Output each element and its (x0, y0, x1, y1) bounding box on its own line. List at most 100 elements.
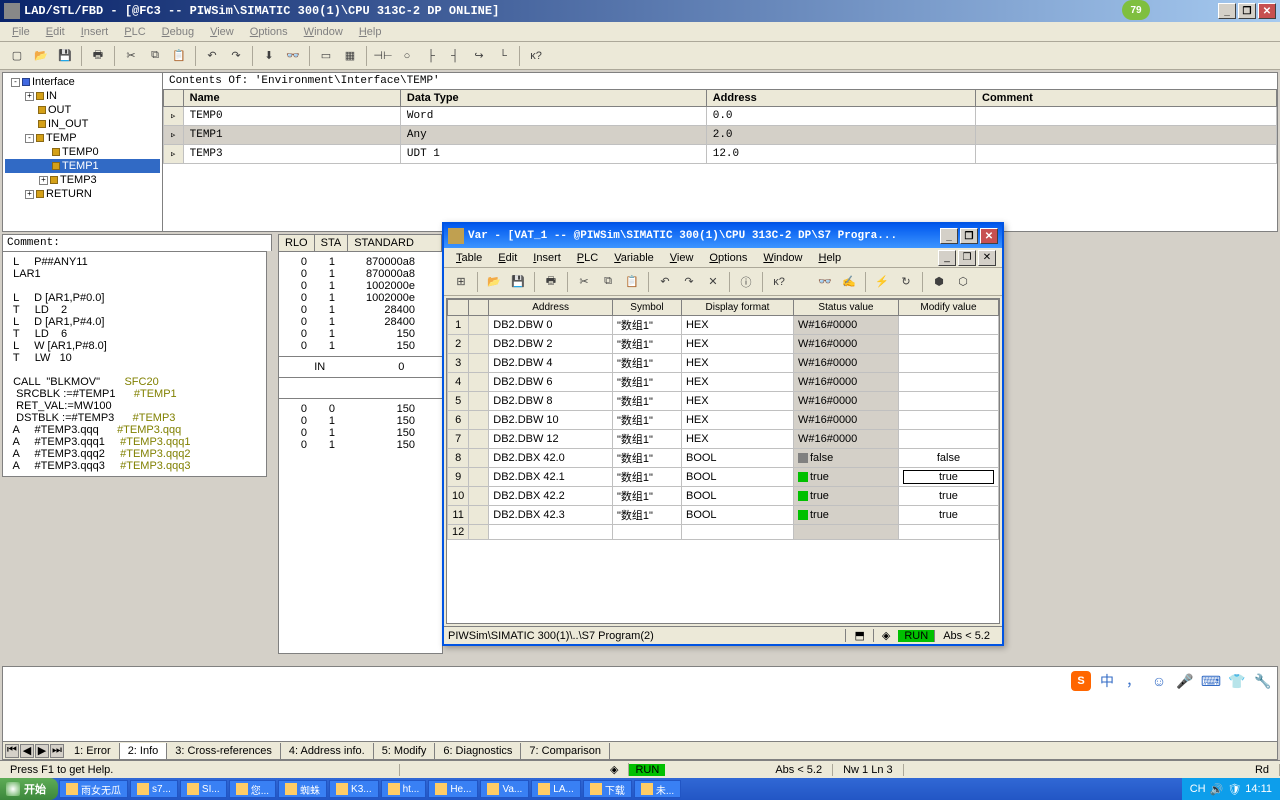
code-line[interactable]: LAR1 (7, 268, 262, 280)
tree-item-temp1[interactable]: TEMP1 (5, 159, 160, 173)
taskbar-item[interactable]: 蜘蛛 (278, 780, 327, 798)
iface-col-comment[interactable]: Comment (976, 90, 1277, 107)
output-tab[interactable]: 2: Info (120, 743, 168, 759)
menu-plc[interactable]: PLC (118, 24, 151, 40)
var-cut-icon[interactable]: ✂ (573, 271, 595, 293)
var-menu-help[interactable]: Help (812, 250, 847, 266)
var-force-icon[interactable]: ⬢ (928, 271, 950, 293)
tree-expand-icon[interactable]: + (25, 92, 34, 101)
var-table[interactable]: AddressSymbolDisplay formatStatus valueM… (447, 299, 999, 540)
taskbar-item[interactable]: He... (428, 780, 478, 798)
var-menu-variable[interactable]: Variable (608, 250, 660, 266)
var-col[interactable]: Display format (681, 300, 793, 316)
paste-icon[interactable]: 📋 (168, 45, 190, 67)
var-col[interactable]: Modify value (898, 300, 998, 316)
var-row[interactable]: 10DB2.DBX 42.2"数组1"BOOLtruetrue (448, 487, 999, 506)
code-line[interactable]: A #TEMP3.qqq #TEMP3.qqq (7, 424, 262, 436)
code-line[interactable]: T LD 6 (7, 328, 262, 340)
contact-icon[interactable]: ⊣⊢ (372, 45, 394, 67)
var-menu-plc[interactable]: PLC (571, 250, 604, 266)
code-line[interactable]: RET_VAL:=MW100 (7, 400, 262, 412)
var-menu-insert[interactable]: Insert (527, 250, 567, 266)
tree-item-in[interactable]: + IN (5, 89, 160, 103)
tab-nav-last-icon[interactable]: ⏭ (50, 744, 64, 758)
var-copy-icon[interactable]: ⧉ (597, 271, 619, 293)
tree-expand-icon[interactable]: + (25, 190, 34, 199)
menu-help[interactable]: Help (353, 24, 388, 40)
system-tray[interactable]: CH 🔊 🛡 14:11 (1182, 778, 1280, 800)
ime-keyboard-icon[interactable]: ⌨ (1201, 671, 1221, 691)
var-col[interactable]: Symbol (612, 300, 681, 316)
var-unforce-icon[interactable]: ⬡ (952, 271, 974, 293)
var-menu-view[interactable]: View (664, 250, 700, 266)
var-redo-icon[interactable]: ↷ (678, 271, 700, 293)
iface-col-address[interactable]: Address (706, 90, 975, 107)
var-row[interactable]: 5DB2.DBW 8"数组1"HEXW#16#0000 (448, 392, 999, 411)
code-line[interactable]: A #TEMP3.qqq2 #TEMP3.qqq2 (7, 448, 262, 460)
var-info-icon[interactable]: ⓘ (735, 271, 757, 293)
iface-row[interactable]: ▹TEMP3UDT 112.0 (164, 145, 1277, 164)
iface-row[interactable]: ▹TEMP1Any2.0 (164, 126, 1277, 145)
tree-expand-icon[interactable]: - (11, 78, 20, 87)
var-row[interactable]: 2DB2.DBW 2"数组1"HEXW#16#0000 (448, 335, 999, 354)
menu-options[interactable]: Options (244, 24, 294, 40)
tree-item-in_out[interactable]: IN_OUT (5, 117, 160, 131)
block-icon[interactable]: ▭ (315, 45, 337, 67)
var-close-button[interactable]: ✕ (980, 228, 998, 244)
code-line[interactable] (7, 280, 262, 292)
code-line[interactable]: DSTBLK :=#TEMP3 #TEMP3 (7, 412, 262, 424)
var-undo-icon[interactable]: ↶ (654, 271, 676, 293)
var-monitor-icon[interactable]: 👓 (814, 271, 836, 293)
tab-nav-first-icon[interactable]: ⏮ (5, 744, 19, 758)
var-row[interactable]: 3DB2.DBW 4"数组1"HEXW#16#0000 (448, 354, 999, 373)
taskbar-item[interactable]: s7... (130, 780, 178, 798)
connector-icon[interactable]: ↪ (468, 45, 490, 67)
ime-skin-icon[interactable]: 👕 (1227, 671, 1247, 691)
var-row[interactable]: 9DB2.DBX 42.1"数组1"BOOLtruetrue (448, 468, 999, 487)
tree-item-temp3[interactable]: + TEMP3 (5, 173, 160, 187)
output-tab[interactable]: 6: Diagnostics (435, 743, 521, 759)
ime-voice-icon[interactable]: 🎤 (1175, 671, 1195, 691)
var-paste-icon[interactable]: 📋 (621, 271, 643, 293)
taskbar-item[interactable]: Va... (480, 780, 529, 798)
var-row[interactable]: 1DB2.DBW 0"数组1"HEXW#16#0000 (448, 316, 999, 335)
ime-lang-icon[interactable]: 中 (1097, 671, 1117, 691)
menu-window[interactable]: Window (298, 24, 349, 40)
taskbar-item[interactable]: 下载 (583, 780, 632, 798)
tray-ime[interactable]: CH (1190, 783, 1206, 795)
tree-expand-icon[interactable]: - (25, 134, 34, 143)
var-grid[interactable]: AddressSymbolDisplay formatStatus valueM… (446, 298, 1000, 624)
cut-icon[interactable]: ✂ (120, 45, 142, 67)
output-tab[interactable]: 4: Address info. (281, 743, 374, 759)
var-delete-icon[interactable]: ✕ (702, 271, 724, 293)
var-row[interactable]: 6DB2.DBW 10"数组1"HEXW#16#0000 (448, 411, 999, 430)
var-trigger-icon[interactable]: ⚡ (871, 271, 893, 293)
notification-badge[interactable]: 79 (1122, 0, 1150, 20)
var-col[interactable] (448, 300, 469, 316)
var-help-icon[interactable]: κ? (768, 271, 790, 293)
menu-insert[interactable]: Insert (75, 24, 115, 40)
network-icon[interactable]: ▦ (339, 45, 361, 67)
stl-code-editor[interactable]: L P##ANY11 LAR1 L D [AR1,P#0.0] T LD 2 L… (2, 251, 267, 477)
branch-close-icon[interactable]: ┤ (444, 45, 466, 67)
iface-col-name[interactable]: Name (183, 90, 400, 107)
minimize-button[interactable]: _ (1218, 3, 1236, 19)
iface-col-data-type[interactable]: Data Type (400, 90, 706, 107)
var-titlebar[interactable]: Var - [VAT_1 -- @PIWSim\SIMATIC 300(1)\C… (444, 224, 1002, 248)
help-icon[interactable]: κ? (525, 45, 547, 67)
taskbar-item[interactable]: ht... (381, 780, 427, 798)
var-menu-window[interactable]: Window (757, 250, 808, 266)
var-row[interactable]: 7DB2.DBW 12"数组1"HEXW#16#0000 (448, 430, 999, 449)
code-line[interactable]: A #TEMP3.qqq1 #TEMP3.qqq1 (7, 436, 262, 448)
var-col[interactable]: Status value (793, 300, 898, 316)
code-line[interactable]: CALL "BLKMOV" SFC20 (7, 376, 262, 388)
tray-shield-icon[interactable]: 🛡 (1227, 783, 1241, 796)
var-mdi-max[interactable]: ❐ (958, 250, 976, 266)
var-open-icon[interactable]: 📂 (483, 271, 505, 293)
code-line[interactable] (7, 364, 262, 376)
code-line[interactable]: SRCBLK :=#TEMP1 #TEMP1 (7, 388, 262, 400)
open-icon[interactable]: 📂 (30, 45, 52, 67)
redo-icon[interactable]: ↷ (225, 45, 247, 67)
var-menu-edit[interactable]: Edit (492, 250, 523, 266)
branch-open-icon[interactable]: ├ (420, 45, 442, 67)
